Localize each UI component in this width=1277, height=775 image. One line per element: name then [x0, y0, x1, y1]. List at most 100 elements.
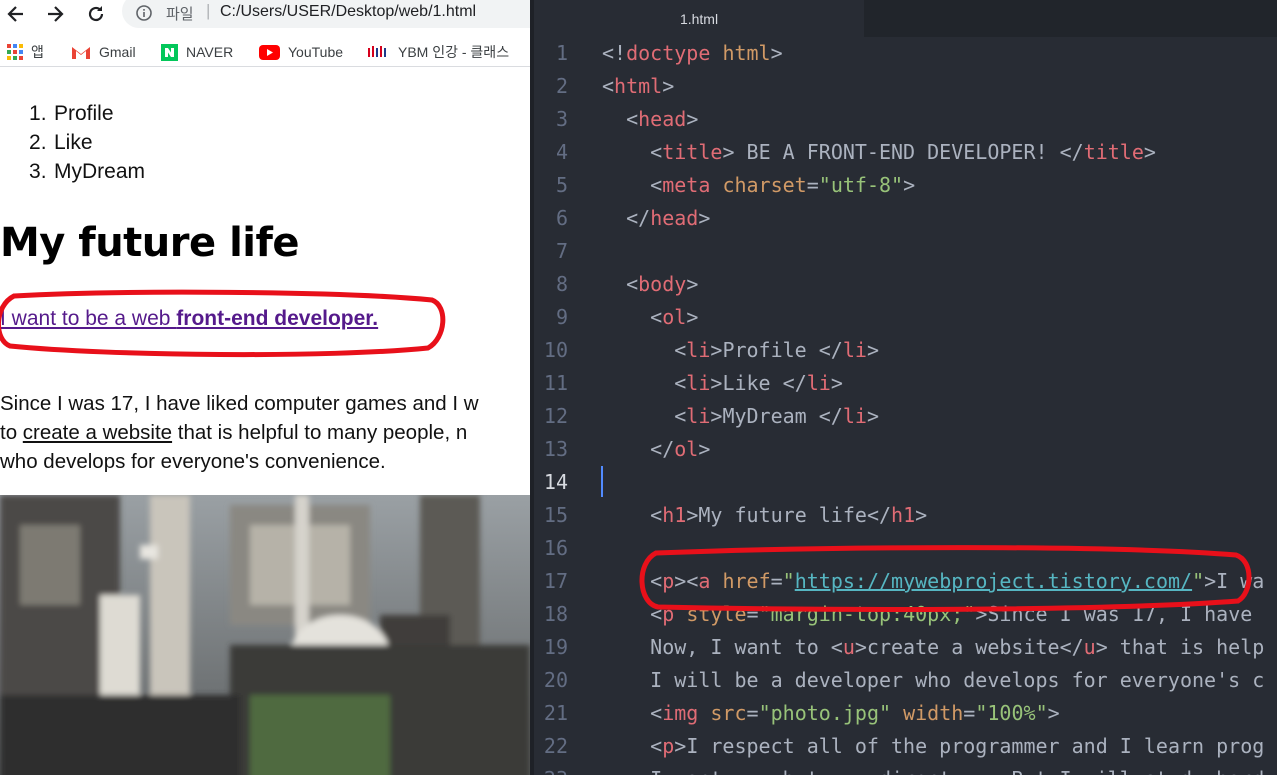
code-line[interactable]: 22 <p>I respect all of the programmer an… — [530, 730, 1277, 763]
list-item: Profile — [29, 99, 114, 128]
paragraph-text: that is helpful to many people, n — [172, 421, 468, 444]
apps-grid-icon — [7, 44, 23, 60]
code-line[interactable]: 9 <ol> — [530, 301, 1277, 334]
reload-button[interactable] — [84, 2, 108, 26]
code-text: <img src="photo.jpg" width="100%"> — [650, 701, 1060, 725]
code-line[interactable]: 7 — [530, 235, 1277, 268]
code-line[interactable]: 11 <li>Like </li> — [530, 367, 1277, 400]
back-arrow-icon — [7, 6, 23, 22]
bookmark-label: 앱 — [31, 44, 44, 60]
list-item: Like — [29, 128, 93, 157]
code-text: <html> — [602, 74, 675, 98]
bookmark-label: YouTube — [288, 44, 344, 60]
bookmark-apps[interactable]: 앱 — [7, 41, 44, 63]
text-cursor — [601, 466, 603, 497]
intro-paragraph: Since I was 17, I have liked computer ga… — [0, 389, 530, 476]
code-text: <ol> — [650, 305, 699, 329]
code-text: <!doctype html> — [602, 41, 783, 65]
editor-tab-bar: 1.html — [530, 0, 1277, 37]
developer-link[interactable]: I want to be a web front-end developer. — [0, 307, 378, 331]
paragraph-line: to create a website that is helpful to m… — [0, 418, 530, 447]
code-text: <meta charset="utf-8"> — [650, 173, 916, 197]
code-editor: 1.html 1 <!doctype html> 2 <html> 3 <head> 4 … — [530, 0, 1277, 775]
code-text: </ol> — [650, 437, 711, 461]
forward-button[interactable] — [43, 2, 67, 26]
line-number: 8 — [555, 272, 568, 296]
bookmark-naver[interactable]: NAVER — [161, 41, 233, 63]
youtube-icon — [259, 44, 280, 60]
bookmark-ybm[interactable]: YBM 인강 - 클래스 — [368, 41, 509, 63]
code-line[interactable]: 4 <title> BE A FRONT-END DEVELOPER! </ti… — [530, 136, 1277, 169]
line-number: 10 — [543, 338, 568, 362]
line-number: 3 — [555, 107, 568, 131]
code-text: <body> — [626, 272, 699, 296]
bookmark-label: NAVER — [186, 44, 234, 60]
address-url[interactable]: C:/Users/USER/Desktop/web/1.html — [220, 3, 476, 21]
code-text: <title> BE A FRONT-END DEVELOPER! </titl… — [650, 140, 1156, 164]
address-separator: | — [206, 1, 211, 20]
paragraph-text: to — [0, 421, 23, 444]
line-number: 2 — [555, 74, 568, 98]
link-text: I want to be a web — [0, 307, 177, 330]
photo-image — [0, 495, 530, 775]
code-text: Now, I want to <u>create a website</u> t… — [602, 635, 1265, 659]
bookmark-label: YBM 인강 - 클래스 — [398, 44, 510, 60]
code-line[interactable]: 10 <li>Profile </li> — [530, 334, 1277, 367]
code-line[interactable]: 1 <!doctype html> — [530, 37, 1277, 70]
info-icon[interactable] — [136, 5, 152, 21]
line-number: 19 — [543, 635, 568, 659]
line-number: 18 — [543, 602, 568, 626]
line-number: 23 — [530, 763, 568, 775]
gmail-icon — [72, 46, 90, 59]
code-line[interactable]: 5 <meta charset="utf-8"> — [530, 169, 1277, 202]
code-line[interactable]: 15 <h1>My future life</h1> — [530, 499, 1277, 532]
page-heading: My future life — [0, 220, 300, 266]
code-line[interactable]: 21 <img src="photo.jpg" width="100%"> — [530, 697, 1277, 730]
code-line[interactable]: 8 <body> — [530, 268, 1277, 301]
code-line[interactable]: 16 — [530, 532, 1277, 565]
code-line[interactable]: 17 <p><a href="https://mywebproject.tist… — [530, 565, 1277, 598]
ybm-icon — [368, 46, 386, 57]
line-number: 11 — [543, 371, 568, 395]
line-number: 6 — [555, 206, 568, 230]
back-button[interactable] — [4, 2, 28, 26]
rendered-page: Profile Like MyDream My future life I wa… — [0, 75, 530, 775]
code-line[interactable]: 19 Now, I want to <u>create a website</u… — [530, 631, 1277, 664]
paragraph-line: Since I was 17, I have liked computer ga… — [0, 392, 479, 415]
street-photo — [0, 495, 530, 775]
tab-label: 1.html — [679, 10, 719, 27]
code-area[interactable]: 1 <!doctype html> 2 <html> 3 <head> 4 <title>… — [530, 37, 1277, 775]
code-line[interactable]: 18 <p style="margin-top:40px;">Since I w… — [530, 598, 1277, 631]
line-number: 1 — [555, 41, 568, 65]
code-line[interactable]: 13 </ol> — [530, 433, 1277, 466]
code-text: <p><a href="https://mywebproject.tistory… — [650, 569, 1265, 593]
code-text: <h1>My future life</h1> — [650, 503, 928, 527]
ordered-list: Profile Like MyDream — [0, 99, 145, 186]
line-number: 14 — [543, 470, 568, 494]
code-text: <li>MyDream </li> — [674, 404, 879, 428]
code-line[interactable]: 23 I want ... but ... direct ... But I w… — [530, 763, 1277, 775]
code-text: I will be a developer who develops for e… — [602, 668, 1265, 692]
naver-icon — [161, 43, 178, 61]
line-number: 12 — [543, 404, 568, 428]
code-line[interactable]: 6 </head> — [530, 202, 1277, 235]
bookmark-youtube[interactable]: YouTube — [259, 41, 343, 63]
bookmark-gmail[interactable]: Gmail — [71, 41, 136, 63]
code-text: </head> — [626, 206, 711, 230]
code-text: <p style="margin-top:40px;">Since I was … — [650, 602, 1253, 626]
code-line[interactable]: 14 — [530, 466, 1277, 499]
code-text: <head> — [626, 107, 699, 131]
line-number: 9 — [555, 305, 568, 329]
bookmarks-bar: 앱 Gmail NAVER YouTube YBM 인강 - 클래스 — [0, 38, 530, 67]
address-bar[interactable]: 파일 | C:/Users/USER/Desktop/web/1.html — [122, 0, 530, 28]
code-line[interactable]: 3 <head> — [530, 103, 1277, 136]
line-number: 15 — [543, 503, 568, 527]
underlined-text: create a website — [22, 421, 173, 444]
code-line[interactable]: 12 <li>MyDream </li> — [530, 400, 1277, 433]
line-number: 4 — [555, 140, 568, 164]
code-text: <li>Profile </li> — [674, 338, 879, 362]
code-line[interactable]: 20 I will be a developer who develops fo… — [530, 664, 1277, 697]
tab-1-html[interactable]: 1.html — [534, 0, 864, 37]
code-line[interactable]: 2 <html> — [530, 70, 1277, 103]
reload-icon — [88, 6, 104, 22]
